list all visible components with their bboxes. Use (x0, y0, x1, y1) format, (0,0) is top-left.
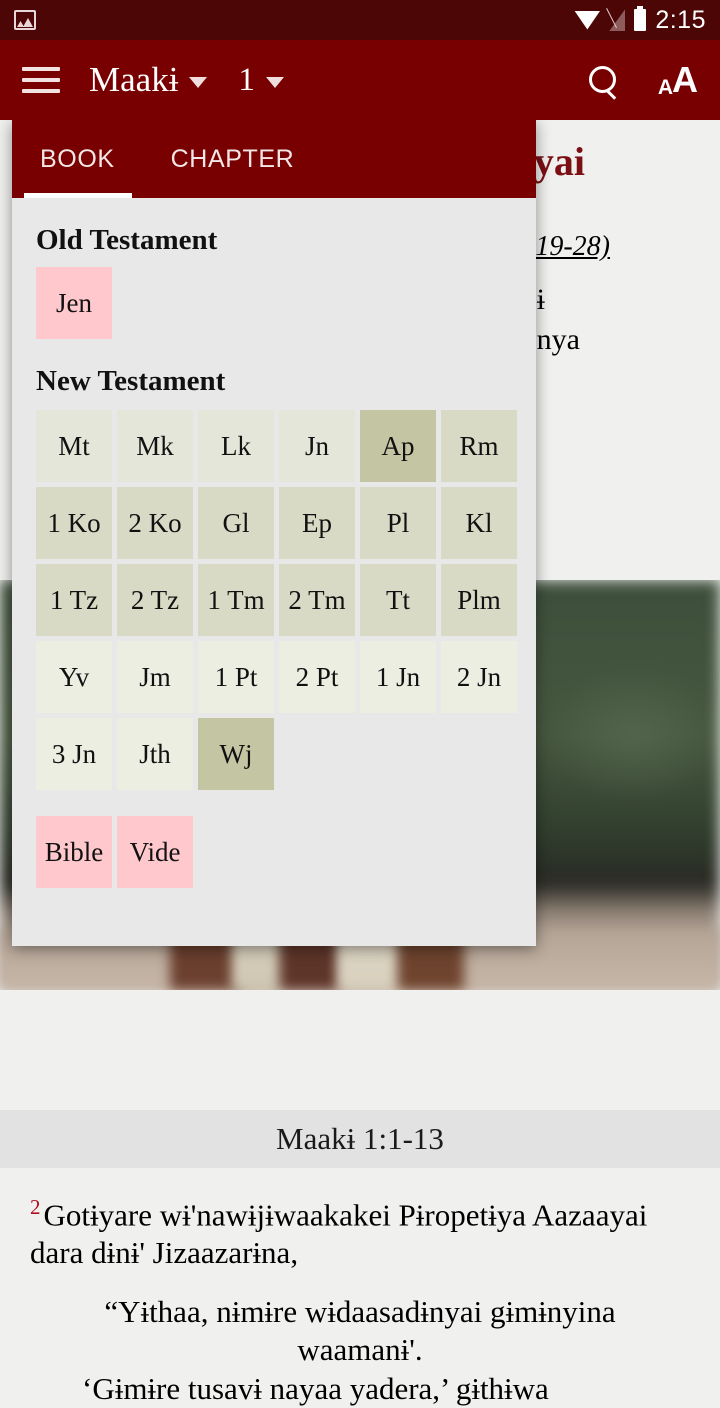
text-size-icon[interactable]: A A (657, 59, 698, 100)
book-cell-jen[interactable]: Jen (36, 267, 112, 339)
status-bar: 2:15 (0, 0, 720, 40)
chevron-down-icon (189, 77, 208, 88)
extra-resource-grid: Bible Vide (12, 816, 536, 888)
status-bar-system: 2:15 (574, 6, 706, 35)
book-cell-jm[interactable]: Jm (117, 641, 193, 713)
resource-cell-vide[interactable]: Vide (117, 816, 193, 888)
book-cell-2ko[interactable]: 2 Ko (117, 487, 193, 559)
book-cell-1pt[interactable]: 1 Pt (198, 641, 274, 713)
verse-text: Gotɨyare wɨ'nawɨjɨwaakakei Pɨropetɨya Aa… (30, 1197, 648, 1270)
book-cell-pl[interactable]: Pl (360, 487, 436, 559)
new-testament-book-grid: Mt Mk Lk Jn Ap Rm 1 Ko 2 Ko Gl Ep Pl Kl … (12, 398, 536, 790)
book-cell-2tm[interactable]: 2 Tm (279, 564, 355, 636)
book-cell-1tz[interactable]: 1 Tz (36, 564, 112, 636)
status-bar-notifications (14, 10, 36, 30)
chapter-selector-label: 1 (238, 61, 255, 98)
resource-cell-bible[interactable]: Bible (36, 816, 112, 888)
hamburger-bar (22, 78, 60, 82)
hamburger-menu-icon[interactable] (22, 67, 60, 93)
book-cell-jth[interactable]: Jth (117, 718, 193, 790)
book-cell-mk[interactable]: Mk (117, 410, 193, 482)
book-cell-ap[interactable]: Ap (360, 410, 436, 482)
chapter-selector-button[interactable]: 1 (238, 62, 284, 99)
quote-line-1: “Yɨthaa, nɨmɨre wɨdaasadɨnyai gɨmɨnyina (104, 1293, 616, 1329)
book-cell-jn[interactable]: Jn (279, 410, 355, 482)
tab-chapter[interactable]: CHAPTER (171, 120, 295, 198)
book-cell-mt[interactable]: Mt (36, 410, 112, 482)
wifi-icon (574, 10, 601, 30)
clock: 2:15 (655, 5, 706, 34)
book-cell-tt[interactable]: Tt (360, 564, 436, 636)
active-tab-indicator (24, 193, 132, 198)
old-testament-heading: Old Testament (36, 224, 218, 256)
old-testament-book-grid: Jen (12, 257, 536, 339)
book-picker-panel: BOOK CHAPTER Old Testament Jen New Testa… (12, 120, 536, 946)
book-cell-2tz[interactable]: 2 Tz (117, 564, 193, 636)
book-cell-1ko[interactable]: 1 Ko (36, 487, 112, 559)
signal-off-icon (609, 9, 625, 31)
illustration-caption: Maakɨ 1:1-13 (0, 1110, 720, 1168)
quote-line-2: waamanɨ'. (297, 1331, 423, 1367)
hamburger-bar (22, 67, 60, 71)
battery-icon (634, 6, 647, 31)
book-cell-rm[interactable]: Rm (441, 410, 517, 482)
tab-book[interactable]: BOOK (40, 120, 115, 198)
app-bar-actions: A A (588, 62, 698, 98)
verse-block: 2Gotɨyare wɨ'nawɨjɨwaakakei Pɨropetɨya A… (0, 1195, 720, 1408)
book-selector-label: Maakɨ (89, 60, 179, 99)
book-cell-1jn[interactable]: 1 Jn (360, 641, 436, 713)
book-cell-kl[interactable]: Kl (441, 487, 517, 559)
text-size-small-a: A (657, 76, 673, 99)
chevron-down-icon (265, 77, 284, 88)
grid-spacer (360, 718, 436, 790)
quote-line-3: ‘Gɨmɨre tusavɨ nayaa yadera,’ gɨthɨwa (82, 1371, 549, 1407)
book-cell-2jn[interactable]: 2 Jn (441, 641, 517, 713)
photo-icon (14, 10, 36, 30)
book-cell-2pt[interactable]: 2 Pt (279, 641, 355, 713)
book-cell-1tm[interactable]: 1 Tm (198, 564, 274, 636)
verse-paragraph: 2Gotɨyare wɨ'nawɨjɨwaakakei Pɨropetɨya A… (30, 1195, 690, 1271)
app-bar: Maakɨ 1 A A (0, 40, 720, 120)
search-icon[interactable] (588, 65, 618, 95)
new-testament-heading: New Testament (36, 365, 226, 397)
picker-tabs: BOOK CHAPTER (12, 120, 536, 198)
book-selector-button[interactable]: Maakɨ (89, 60, 208, 100)
book-cell-plm[interactable]: Plm (441, 564, 517, 636)
book-cell-lk[interactable]: Lk (198, 410, 274, 482)
verse-number: 2 (30, 1195, 41, 1219)
grid-spacer (441, 718, 517, 790)
hamburger-bar (22, 89, 60, 93)
text-size-large-a: A (672, 59, 698, 100)
book-cell-3jn[interactable]: 3 Jn (36, 718, 112, 790)
book-cell-ep[interactable]: Ep (279, 487, 355, 559)
book-cell-gl[interactable]: Gl (198, 487, 274, 559)
verse-quote: “Yɨthaa, nɨmɨre wɨdaasadɨnyai gɨmɨnyina … (30, 1293, 690, 1369)
grid-spacer (279, 718, 355, 790)
book-cell-wj[interactable]: Wj (198, 718, 274, 790)
book-cell-yv[interactable]: Yv (36, 641, 112, 713)
